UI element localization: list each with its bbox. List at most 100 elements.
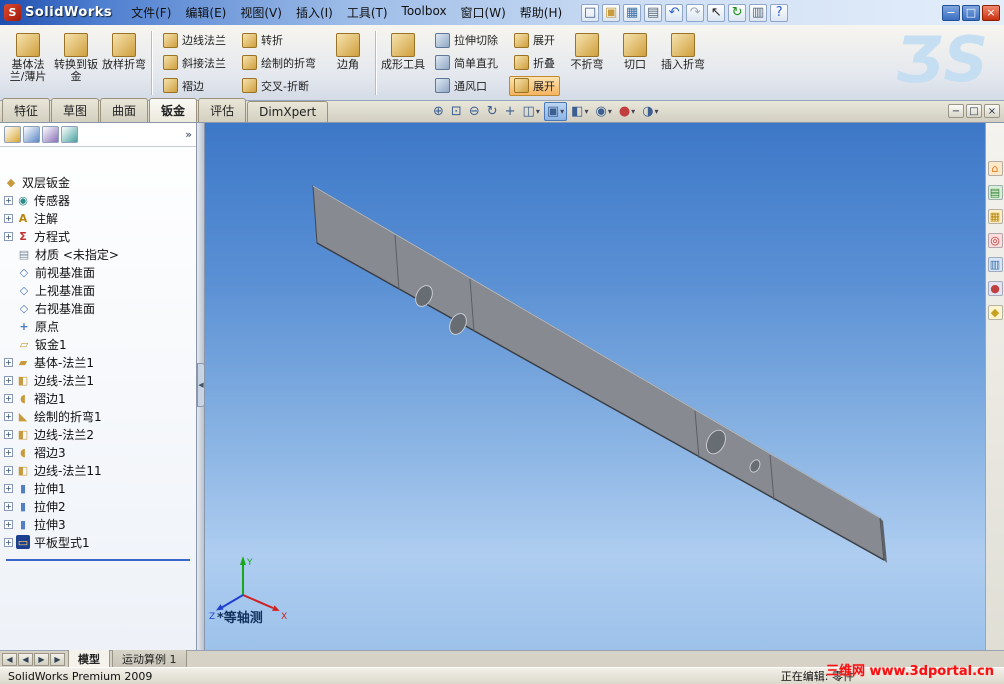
- miter-flange-button[interactable]: 斜接法兰: [158, 53, 231, 73]
- panel-splitter[interactable]: ◀: [197, 123, 205, 650]
- expander-icon[interactable]: +: [4, 519, 13, 529]
- menu-item[interactable]: 帮助(H): [513, 1, 569, 24]
- tab-dimxpert[interactable]: DimXpert: [247, 101, 329, 122]
- expander-icon[interactable]: +: [4, 231, 13, 241]
- display-style-button[interactable]: ◧ ▾: [568, 102, 591, 121]
- doc-minimize-button[interactable]: −: [948, 104, 964, 118]
- save-icon[interactable]: ▦: [623, 3, 642, 22]
- splitter-collapse-handle[interactable]: ◀: [197, 363, 205, 407]
- custom-properties-icon[interactable]: ◆: [987, 305, 1003, 320]
- flatten-button[interactable]: 展开: [509, 75, 560, 96]
- design-library-icon[interactable]: ▤: [987, 185, 1003, 200]
- convert-to-sheet-metal-button[interactable]: 转换到钣金: [52, 28, 100, 98]
- tree-item[interactable]: + Σ 方程式: [4, 227, 196, 245]
- select-icon[interactable]: ↖: [707, 3, 726, 22]
- open-icon[interactable]: ▣: [602, 3, 621, 22]
- file-explorer-icon[interactable]: ▦: [987, 209, 1003, 224]
- vent-button[interactable]: 通风口: [430, 76, 503, 96]
- simple-hole-button[interactable]: 简单直孔: [430, 53, 503, 73]
- doc-close-button[interactable]: ×: [984, 104, 1000, 118]
- expander-icon[interactable]: +: [4, 447, 13, 457]
- redo-icon[interactable]: ↷: [686, 3, 705, 22]
- motion-study-tab[interactable]: 运动算例 1: [112, 649, 187, 669]
- jog-button[interactable]: 转折: [237, 30, 321, 50]
- tree-item[interactable]: + A 注解: [4, 209, 196, 227]
- model-tab[interactable]: 模型: [68, 649, 110, 669]
- tree-item[interactable]: ▱ 钣金1: [4, 335, 196, 353]
- pan-button[interactable]: +: [502, 102, 519, 121]
- scene-button[interactable]: ◑ ▾: [639, 102, 661, 121]
- rebuild-icon[interactable]: ↻: [728, 3, 747, 22]
- flat-pattern-face[interactable]: [312, 185, 885, 561]
- featuremanager-tab[interactable]: [4, 126, 21, 143]
- tree-item[interactable]: + ◧ 边线-法兰2: [4, 425, 196, 443]
- zoom-to-area-button[interactable]: ⊡: [448, 102, 465, 121]
- zoom-to-fit-button[interactable]: ⊕: [430, 102, 447, 121]
- appearances-button[interactable]: ● ▾: [616, 102, 638, 121]
- tree-item[interactable]: + ▮ 拉伸1: [4, 479, 196, 497]
- tab-sketch[interactable]: 草图: [51, 98, 100, 122]
- tree-item[interactable]: + ◉ 传感器: [4, 191, 196, 209]
- tree-item[interactable]: + ▰ 基体-法兰1: [4, 353, 196, 371]
- doc-restore-button[interactable]: □: [966, 104, 982, 118]
- menu-item[interactable]: 编辑(E): [178, 1, 233, 24]
- unfold-button[interactable]: 展开: [509, 30, 560, 50]
- expander-icon[interactable]: +: [4, 195, 13, 205]
- appearances-scenes-icon[interactable]: ●: [987, 281, 1003, 296]
- base-flange-button[interactable]: 基体法兰/薄片: [4, 28, 52, 98]
- panel-overflow-chevron[interactable]: »: [185, 128, 192, 141]
- undo-icon[interactable]: ↶: [665, 3, 684, 22]
- new-document-icon[interactable]: □: [581, 3, 600, 22]
- expander-icon[interactable]: +: [4, 393, 13, 403]
- menu-item[interactable]: 窗口(W): [454, 1, 513, 24]
- hide-show-items-button[interactable]: ◉ ▾: [592, 102, 614, 121]
- menu-item[interactable]: Toolbox: [395, 1, 454, 24]
- dimxpertmanager-tab[interactable]: [61, 126, 78, 143]
- expander-icon[interactable]: +: [4, 375, 13, 385]
- tree-item[interactable]: + ◖ 褶边1: [4, 389, 196, 407]
- help-icon[interactable]: ?: [770, 3, 789, 22]
- tree-item[interactable]: + ◖ 褶边3: [4, 443, 196, 461]
- tree-item[interactable]: + ◧ 边线-法兰11: [4, 461, 196, 479]
- menu-item[interactable]: 视图(V): [233, 1, 289, 24]
- tab-sheet-metal[interactable]: 钣金: [149, 98, 198, 122]
- search-icon[interactable]: ◎: [987, 233, 1003, 248]
- menu-item[interactable]: 工具(T): [340, 1, 395, 24]
- fold-button[interactable]: 折叠: [509, 53, 560, 73]
- edge-flange-button[interactable]: 边线法兰: [158, 30, 231, 50]
- sketched-bend-button[interactable]: 绘制的折弯: [237, 53, 321, 73]
- section-view-button[interactable]: ◫ ▾: [520, 102, 543, 121]
- hem-button[interactable]: 褶边: [158, 76, 231, 96]
- graphics-viewport[interactable]: Y X Z *等轴测: [205, 123, 985, 650]
- tree-item[interactable]: + 原点: [4, 317, 196, 335]
- tab-scroll-last-button[interactable]: ▶: [50, 652, 65, 666]
- expander-icon[interactable]: +: [4, 411, 13, 421]
- solidworks-resources-icon[interactable]: ⌂: [987, 161, 1003, 176]
- close-button[interactable]: ×: [982, 4, 1000, 21]
- tab-scroll-next-button[interactable]: ▶: [34, 652, 49, 666]
- corner-button[interactable]: 边角: [324, 28, 372, 98]
- configurationmanager-tab[interactable]: [42, 126, 59, 143]
- expander-icon[interactable]: +: [4, 465, 13, 475]
- cross-break-button[interactable]: 交叉-折断: [237, 76, 321, 96]
- extruded-cut-button[interactable]: 拉伸切除: [430, 30, 503, 50]
- expander-icon[interactable]: +: [4, 429, 13, 439]
- print-icon[interactable]: ▤: [644, 3, 663, 22]
- file-properties-icon[interactable]: ▥: [749, 3, 768, 22]
- zoom-in-out-button[interactable]: ⊖: [466, 102, 483, 121]
- tab-features[interactable]: 特征: [2, 98, 51, 122]
- tree-item[interactable]: ◇ 右视基准面: [4, 299, 196, 317]
- tab-surfaces[interactable]: 曲面: [100, 98, 149, 122]
- view-orientation-button[interactable]: ▣ ▾: [543, 102, 568, 121]
- rotate-view-button[interactable]: ↻: [484, 102, 501, 121]
- tab-evaluate[interactable]: 评估: [198, 98, 247, 122]
- rollback-bar[interactable]: [6, 559, 190, 561]
- insert-bends-button[interactable]: 插入折弯: [659, 28, 707, 98]
- tree-item[interactable]: + ◣ 绘制的折弯1: [4, 407, 196, 425]
- tree-item[interactable]: ◇ 前视基准面: [4, 263, 196, 281]
- expander-icon[interactable]: +: [4, 357, 13, 367]
- menu-item[interactable]: 文件(F): [124, 1, 178, 24]
- tree-item[interactable]: ◇ 上视基准面: [4, 281, 196, 299]
- tab-scroll-previous-button[interactable]: ◀: [18, 652, 33, 666]
- minimize-button[interactable]: −: [942, 4, 960, 21]
